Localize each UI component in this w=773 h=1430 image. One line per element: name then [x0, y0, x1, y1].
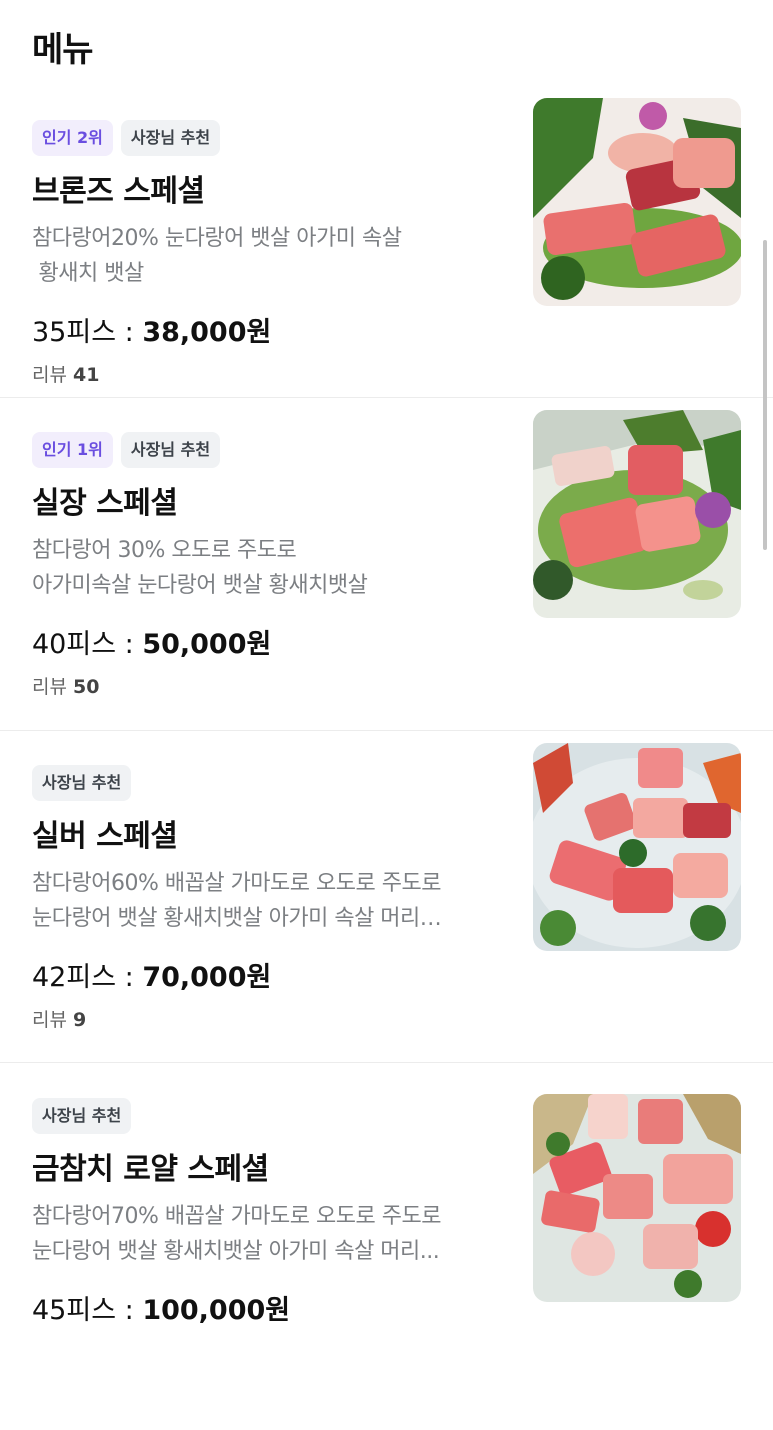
- menu-item-description: 참다랑어60% 배꼽살 가마도로 오도로 주도로 눈다랑어 뱃살 황새치뱃살 아…: [32, 866, 502, 936]
- piece-count: 42피스 :: [32, 962, 134, 993]
- badge-group: 인기 2위 사장님 추천: [32, 120, 221, 156]
- review-number: 41: [73, 364, 100, 386]
- piece-count: 40피스 :: [32, 629, 134, 660]
- owner-recommend-badge: 사장님 추천: [120, 120, 221, 156]
- badge-group: 인기 1위 사장님 추천: [32, 432, 221, 468]
- menu-item-description: 참다랑어 30% 오도로 주도로 아가미속살 눈다랑어 뱃살 황새치뱃살: [32, 533, 502, 603]
- badge-group: 사장님 추천: [32, 765, 132, 801]
- menu-item-name: 실버 스페셜: [32, 819, 178, 854]
- menu-item-price: 45피스 : 100,000원: [32, 1288, 290, 1327]
- menu-item-photo[interactable]: [533, 98, 741, 306]
- scrollbar[interactable]: [763, 240, 767, 550]
- menu-item[interactable]: 사장님 추천 실버 스페셜 참다랑어60% 배꼽살 가마도로 오도로 주도로 눈…: [0, 743, 773, 1097]
- description-line: 황새치 뱃살: [32, 261, 144, 286]
- description-line: 참다랑어20% 눈다랑어 뱃살 아가미 속살: [32, 226, 402, 251]
- description-line: 참다랑어60% 배꼽살 가마도로 오도로 주도로: [32, 871, 441, 896]
- price-value: 50,000원: [142, 629, 272, 660]
- menu-item-name: 금참치 로얄 스페셜: [32, 1152, 269, 1187]
- description-line: 아가미속살 눈다랑어 뱃살 황새치뱃살: [32, 573, 368, 598]
- menu-item-price: 42피스 : 70,000원: [32, 955, 271, 994]
- menu-item[interactable]: 인기 1위 사장님 추천 실장 스페셜 참다랑어 30% 오도로 주도로 아가미…: [0, 410, 773, 764]
- review-number: 50: [73, 676, 100, 698]
- description-line: 참다랑어70% 배꼽살 가마도로 오도로 주도로: [32, 1204, 441, 1229]
- price-value: 70,000원: [142, 962, 272, 993]
- review-label: 리뷰: [32, 364, 67, 386]
- owner-recommend-badge: 사장님 추천: [120, 432, 221, 468]
- review-number: 9: [73, 1009, 87, 1031]
- piece-count: 45피스 :: [32, 1295, 134, 1326]
- owner-recommend-badge: 사장님 추천: [32, 765, 132, 801]
- owner-recommend-badge: 사장님 추천: [32, 1098, 132, 1134]
- divider: [0, 730, 773, 731]
- page-title: 메뉴: [32, 30, 94, 70]
- review-label: 리뷰: [32, 1009, 67, 1031]
- menu-item[interactable]: 사장님 추천 금참치 로얄 스페셜 참다랑어70% 배꼽살 가마도로 오도로 주…: [0, 1094, 773, 1430]
- menu-item-price: 35피스 : 38,000원: [32, 310, 271, 349]
- menu-item-photo[interactable]: [533, 410, 741, 618]
- divider: [0, 397, 773, 398]
- menu-item[interactable]: 인기 2위 사장님 추천 브론즈 스페셜 참다랑어20% 눈다랑어 뱃살 아가미…: [0, 98, 773, 452]
- menu-item-photo[interactable]: [533, 743, 741, 951]
- divider: [0, 1062, 773, 1063]
- badge-group: 사장님 추천: [32, 1098, 132, 1134]
- description-line: 눈다랑어 뱃살 황새치뱃살 아가미 속살 머리...: [32, 1239, 440, 1264]
- review-count: 리뷰 9: [32, 1005, 86, 1032]
- price-value: 38,000원: [142, 317, 272, 348]
- menu-item-description: 참다랑어20% 눈다랑어 뱃살 아가미 속살 황새치 뱃살: [32, 221, 502, 291]
- piece-count: 35피스 :: [32, 317, 134, 348]
- review-label: 리뷰: [32, 676, 67, 698]
- price-value: 100,000원: [142, 1295, 291, 1326]
- description-line: 눈다랑어 뱃살 황새치뱃살 아가미 속살 머리…: [32, 906, 442, 931]
- review-count: 리뷰 50: [32, 672, 99, 699]
- review-count: 리뷰 41: [32, 360, 99, 387]
- menu-item-description: 참다랑어70% 배꼽살 가마도로 오도로 주도로 눈다랑어 뱃살 황새치뱃살 아…: [32, 1199, 502, 1269]
- popularity-badge: 인기 2위: [32, 120, 113, 156]
- menu-item-price: 40피스 : 50,000원: [32, 622, 271, 661]
- popularity-badge: 인기 1위: [32, 432, 113, 468]
- description-line: 참다랑어 30% 오도로 주도로: [32, 538, 297, 563]
- menu-item-photo[interactable]: [533, 1094, 741, 1302]
- menu-item-name: 실장 스페셜: [32, 486, 178, 521]
- menu-item-name: 브론즈 스페셜: [32, 174, 205, 209]
